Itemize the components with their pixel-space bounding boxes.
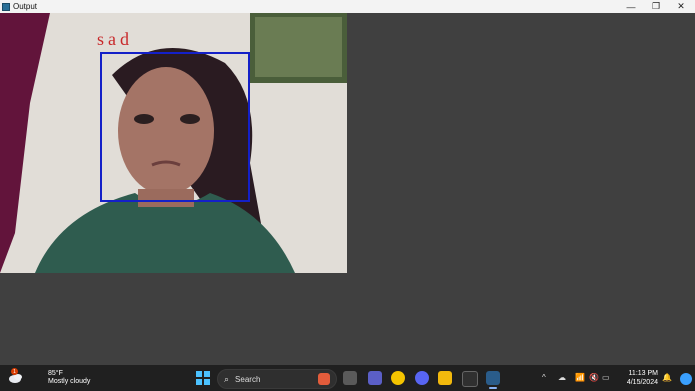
emotion-label: sad	[97, 29, 133, 49]
window-titlebar: Output — ❐ ✕	[0, 0, 695, 13]
close-icon: ✕	[677, 1, 685, 11]
system-clock[interactable]: 11:13 PM 4/15/2024	[614, 369, 658, 387]
volume-icon[interactable]: 🔇	[589, 373, 599, 382]
restore-icon: ❐	[651, 1, 661, 11]
windows-start-icon[interactable]	[196, 371, 210, 385]
minimize-icon: —	[626, 1, 636, 12]
active-app-indicator	[489, 387, 497, 389]
norton-icon[interactable]	[391, 371, 405, 385]
minimize-button[interactable]: —	[619, 0, 643, 13]
search-highlight-icon	[318, 373, 330, 385]
search-icon: ⌕	[224, 373, 230, 384]
copilot-icon[interactable]	[680, 373, 692, 385]
search-label: Search	[235, 374, 261, 384]
discord-icon[interactable]	[415, 371, 429, 385]
teams-icon[interactable]	[368, 371, 382, 385]
python-icon[interactable]	[486, 371, 500, 385]
time-label: 11:13 PM	[628, 370, 658, 377]
close-button[interactable]: ✕	[669, 0, 693, 13]
weather-condition: Mostly cloudy	[48, 378, 91, 385]
notification-icon[interactable]: 🔔	[662, 373, 672, 382]
weather-widget[interactable]: 85°F Mostly cloudy	[8, 368, 90, 386]
weather-temperature: 85°F	[48, 370, 63, 377]
battery-icon[interactable]: ▭	[602, 373, 610, 382]
terminal-icon[interactable]	[462, 371, 478, 387]
painting-canvas	[255, 17, 342, 77]
file-explorer-icon[interactable]	[438, 371, 452, 385]
app-icon	[2, 2, 10, 11]
tray-chevron-icon[interactable]: ^	[542, 373, 546, 382]
taskbar-search[interactable]: ⌕ Search	[217, 369, 337, 389]
window-title: Output	[13, 2, 38, 11]
taskbar: 85°F Mostly cloudy 1 ⌕ Search ^ ☁ 📶 🔇 ▭ …	[0, 365, 695, 391]
camera-view: sad	[0, 13, 347, 273]
task-view-icon[interactable]	[343, 371, 357, 385]
wifi-icon[interactable]: 📶	[575, 373, 585, 382]
face-bounding-box	[100, 52, 250, 202]
restore-button[interactable]: ❐	[644, 0, 668, 13]
weather-badge: 1	[11, 368, 18, 375]
date-label: 4/15/2024	[626, 379, 658, 386]
onedrive-icon[interactable]: ☁	[558, 373, 566, 382]
weather-text: 85°F Mostly cloudy	[48, 370, 90, 386]
